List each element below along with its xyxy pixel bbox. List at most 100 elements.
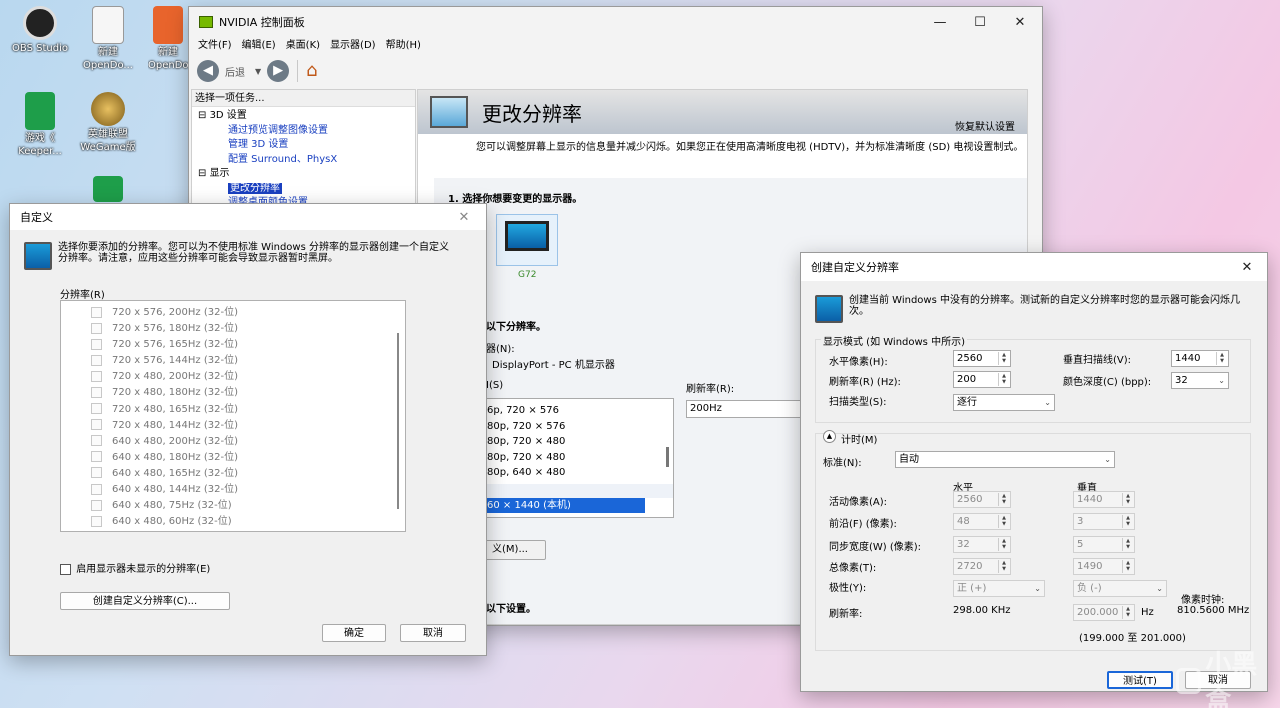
menu-display[interactable]: 显示器(D) (325, 36, 381, 51)
tree-item-surround-physx[interactable]: 配置 Surround、PhysX (198, 153, 415, 168)
create-custom-resolution-dialog: 创建自定义分辨率 ✕ 创建当前 Windows 中没有的分辨率。测试新的自定义分… (800, 252, 1268, 692)
resolution-row[interactable]: 640 x 480, 144Hz (32-位) (61, 482, 405, 498)
back-label[interactable]: 后退 (225, 64, 245, 79)
total-pixels-v: 1490 ▲ ▼ (1073, 558, 1135, 575)
desktop-icon-opendoc-2[interactable]: 新建 OpenDo... (148, 6, 188, 72)
tree-item-image-preview[interactable]: 通过预览调整图像设置 (198, 124, 415, 139)
tree-item-change-resolution[interactable]: 更改分辨率 (198, 182, 415, 197)
checkbox[interactable] (91, 483, 102, 495)
close-button[interactable]: ✕ (1227, 253, 1267, 281)
checkbox[interactable] (91, 403, 102, 415)
resolution-row[interactable]: 720 x 480, 165Hz (32-位) (61, 402, 405, 418)
refresh-rate-select[interactable]: 200Hz (686, 400, 806, 418)
home-icon[interactable]: ⌂ (306, 60, 328, 82)
checkbox[interactable] (91, 499, 102, 511)
list-item-selected[interactable]: 60 × 1440 (本机) (475, 497, 645, 513)
resolution-checklist[interactable]: 720 x 576, 200Hz (32-位) 720 x 576, 180Hz … (60, 300, 406, 532)
desktop-icon-obs[interactable]: OBS Studio (10, 6, 70, 55)
resolution-list[interactable]: 6p, 720 × 576 80p, 720 × 576 80p, 720 × … (474, 398, 674, 518)
forward-arrow-icon[interactable]: ▶ (267, 60, 290, 82)
timing-collapse-icon[interactable]: ▲ (823, 430, 836, 443)
restore-defaults-link[interactable]: 恢复默认设置 (955, 118, 1015, 133)
back-arrow-icon[interactable]: ◀ (197, 60, 219, 82)
spinner-icon[interactable]: ▲ ▼ (998, 373, 1009, 386)
chevron-down-icon[interactable]: ▼ (255, 67, 261, 76)
minimize-button[interactable]: — (920, 7, 960, 37)
resolution-row[interactable]: 640 x 480, 60Hz (32-位) (61, 514, 405, 530)
list-item[interactable]: 80p, 720 × 480 (487, 434, 673, 450)
standard-select[interactable]: 自动 ⌄ (895, 451, 1115, 468)
close-button[interactable]: ✕ (1000, 7, 1040, 37)
checkbox[interactable] (91, 515, 102, 527)
resolution-row[interactable]: 720 x 576, 165Hz (32-位) (61, 337, 405, 353)
spinner-icon[interactable]: ▲ ▼ (1216, 352, 1227, 365)
resolution-label: 720 x 576, 144Hz (32-位) (112, 355, 238, 367)
connector-value: DisplayPort - PC 机显示器 (492, 360, 615, 371)
tree-item-3d-settings[interactable]: ⊟ 3D 设置 (198, 109, 415, 124)
test-button[interactable]: 测试(T) (1107, 671, 1173, 689)
checkbox[interactable] (91, 306, 102, 318)
checkbox[interactable] (91, 354, 102, 366)
resolution-row[interactable]: 720 x 480, 144Hz (32-位) (61, 418, 405, 434)
list-item[interactable]: 80p, 720 × 576 (487, 419, 673, 435)
rate-unit: Hz (1141, 607, 1154, 618)
page-title: 更改分辨率 (482, 102, 582, 126)
color-depth-select[interactable]: 32 ⌄ (1171, 372, 1229, 389)
checkbox[interactable] (91, 338, 102, 350)
checkbox[interactable] (91, 467, 102, 479)
cancel-button[interactable]: 取消 (400, 624, 466, 642)
resolution-row[interactable]: 640 x 480, 75Hz (32-位) (61, 498, 405, 514)
desktop-icon-opendoc-1[interactable]: 新建 OpenDo... (78, 6, 138, 72)
total-pixels-label: 总像素(T): (829, 563, 877, 574)
desktop-icon-partial[interactable] (78, 176, 138, 204)
resolution-label: 720 x 576, 180Hz (32-位) (112, 323, 238, 335)
resolution-row[interactable]: 640 x 480, 200Hz (32-位) (61, 434, 405, 450)
checkbox[interactable] (91, 322, 102, 334)
resolution-row[interactable]: 720 x 576, 144Hz (32-位) (61, 353, 405, 369)
monitor-tile[interactable] (496, 214, 558, 266)
page-banner: 更改分辨率 恢复默认设置 (418, 90, 1027, 134)
resolution-row[interactable]: 720 x 480, 180Hz (32-位) (61, 385, 405, 401)
checkbox[interactable] (91, 451, 102, 463)
checkbox[interactable] (91, 435, 102, 447)
chevron-down-icon: ⌄ (1034, 584, 1041, 593)
refresh-input[interactable]: 200 ▲ ▼ (953, 371, 1011, 388)
desktop-icon-keeper[interactable]: 游戏《 Keeper... (10, 92, 70, 158)
checkbox[interactable] (60, 563, 71, 575)
scrollbar[interactable] (397, 333, 399, 509)
create-custom-resolution-button[interactable]: 创建自定义分辨率(C)... (60, 592, 230, 610)
list-item[interactable]: 6p, 720 × 576 (487, 403, 673, 419)
resolution-row[interactable]: 640 x 480, 180Hz (32-位) (61, 450, 405, 466)
ok-button[interactable]: 确定 (322, 624, 386, 642)
scan-type-select[interactable]: 逐行 ⌄ (953, 394, 1055, 411)
spinner-icon[interactable]: ▲ ▼ (998, 352, 1009, 365)
menu-help[interactable]: 帮助(H) (381, 36, 426, 51)
front-porch-h: 48 ▲ ▼ (953, 513, 1011, 530)
v-lines-input[interactable]: 1440 ▲ ▼ (1171, 350, 1229, 367)
tree-item-manage-3d[interactable]: 管理 3D 设置 (198, 138, 415, 153)
checkbox[interactable] (91, 370, 102, 382)
sync-width-label: 同步宽度(W) (像素): (829, 542, 922, 553)
resolution-row[interactable]: 720 x 480, 200Hz (32-位) (61, 369, 405, 385)
checkbox[interactable] (91, 386, 102, 398)
enable-hidden-resolutions[interactable]: 启用显示器未显示的分辨率(E) (60, 560, 210, 575)
menu-file[interactable]: 文件(F) (193, 36, 237, 51)
tree-item-display[interactable]: ⊟ 显示 (198, 167, 415, 182)
scrollbar[interactable] (666, 447, 669, 467)
resolution-label: 640 x 480, 60Hz (32-位) (112, 516, 232, 528)
resolution-row[interactable]: 720 x 576, 180Hz (32-位) (61, 321, 405, 337)
maximize-button[interactable]: ☐ (960, 7, 1000, 37)
resolution-row[interactable]: 640 x 480, 165Hz (32-位) (61, 466, 405, 482)
menu-edit[interactable]: 编辑(E) (237, 36, 281, 51)
resolution-row[interactable]: 720 x 576, 200Hz (32-位) (61, 305, 405, 321)
desktop-icon-lol[interactable]: 英雄联盟 WeGame版 (78, 92, 138, 154)
h-pixels-input[interactable]: 2560 ▲ ▼ (953, 350, 1011, 367)
page-description: 您可以调整屏幕上显示的信息量并减少闪烁。如果您正在使用高清晰度电视 (HDTV)… (476, 142, 1024, 153)
list-group-header (475, 483, 673, 498)
menu-desktop[interactable]: 桌面(K) (281, 36, 325, 51)
checkbox[interactable] (91, 419, 102, 431)
close-button[interactable]: ✕ (444, 204, 484, 230)
list-item[interactable]: 80p, 720 × 480 (487, 450, 673, 466)
list-item[interactable]: 80p, 640 × 480 (487, 465, 673, 481)
desktop-icon-label: 新建 OpenDo... (83, 47, 133, 71)
